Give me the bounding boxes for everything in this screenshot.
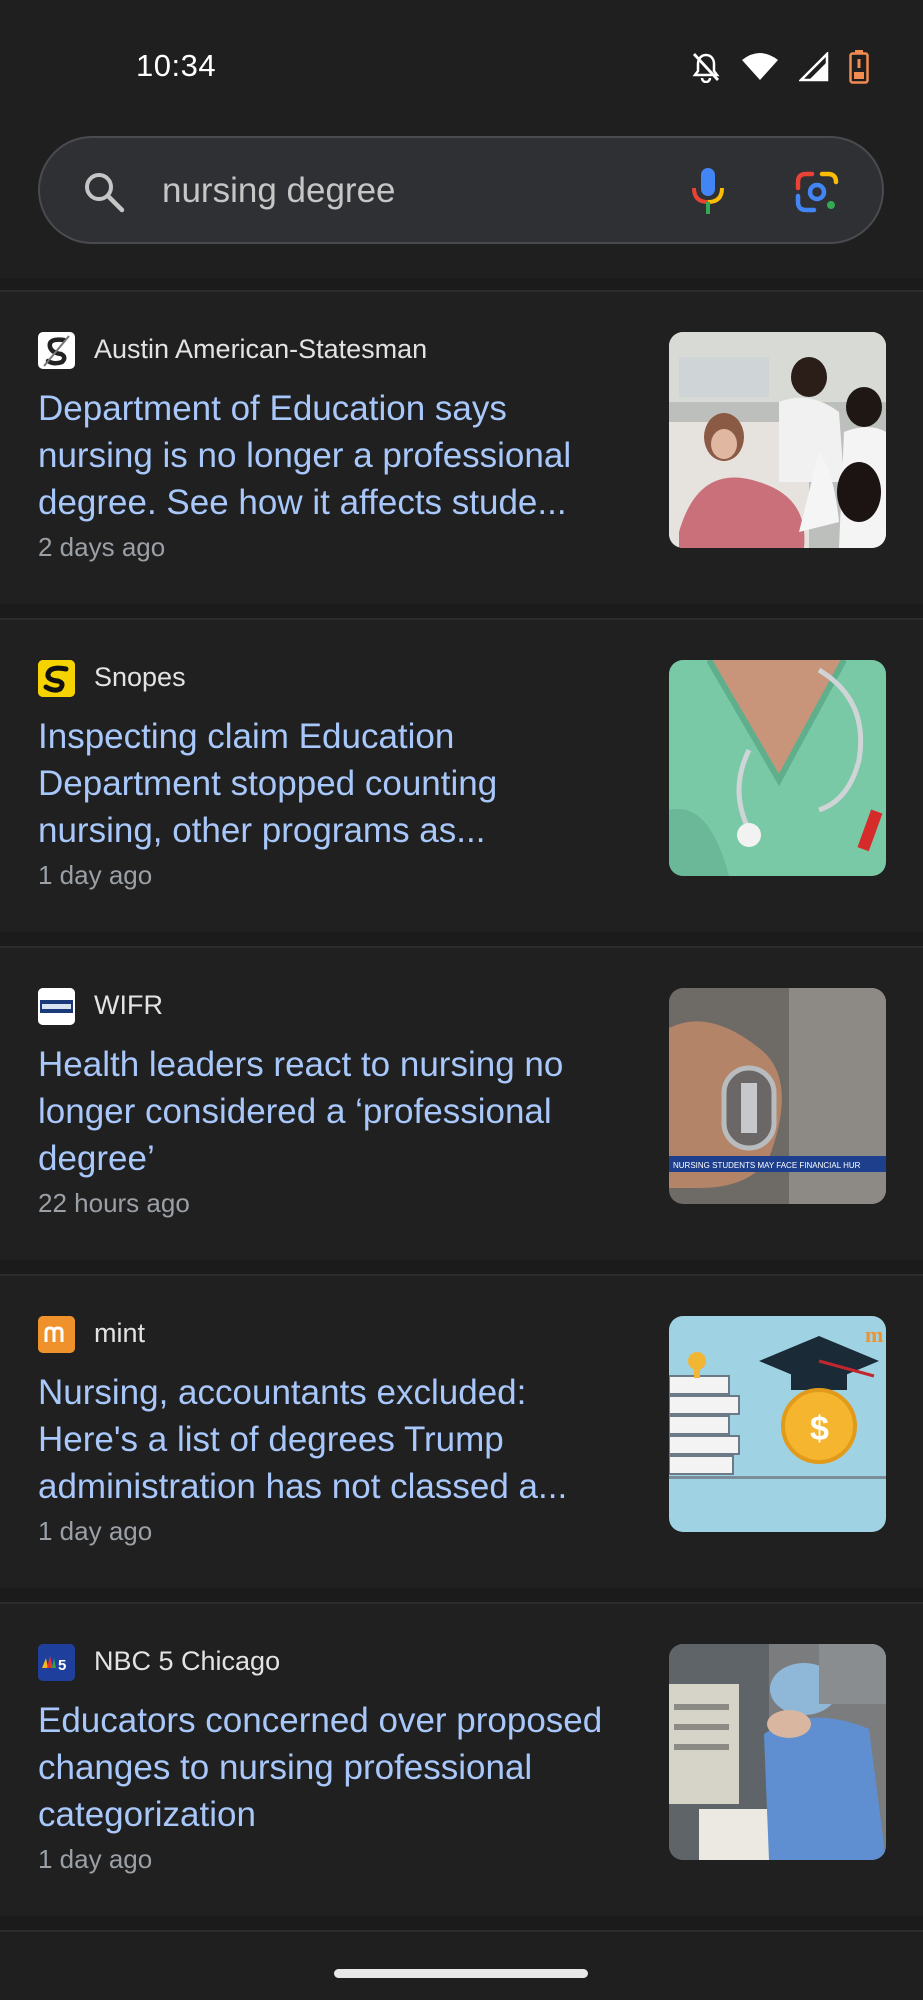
- news-source: WIFR: [94, 990, 163, 1020]
- news-age: 1 day ago: [38, 860, 153, 890]
- wifr-logo-icon: [38, 988, 75, 1025]
- microphone-icon[interactable]: [690, 166, 726, 223]
- nbc5-logo-icon: 5: [38, 1644, 75, 1681]
- news-age: 1 day ago: [38, 1844, 153, 1874]
- statesman-logo-icon: [38, 332, 75, 369]
- news-age: 2 days ago: [38, 532, 166, 562]
- news-headline[interactable]: Inspecting claim Education Department st…: [38, 713, 628, 854]
- svg-text:5: 5: [58, 1657, 66, 1674]
- status-bar: 10:34: [0, 0, 923, 130]
- mint-logo-icon: [38, 1316, 75, 1353]
- news-thumbnail[interactable]: [669, 660, 886, 876]
- battery-icon: [849, 50, 869, 89]
- news-headline[interactable]: Department of Education says nursing is …: [38, 385, 628, 526]
- news-source: NBC 5 Chicago: [94, 1646, 281, 1676]
- thumbnail-caption: NURSING STUDENTS MAY FACE FINANCIAL HUR: [673, 1161, 861, 1170]
- news-card[interactable]: 5 NBC 5 Chicago Educators concerned over…: [0, 1604, 923, 1916]
- news-headline[interactable]: Nursing, accountants excluded: Here's a …: [38, 1369, 628, 1510]
- news-source: mint: [94, 1318, 146, 1348]
- home-gesture-bar[interactable]: [334, 1969, 588, 1978]
- news-headline[interactable]: Health leaders react to nursing no longe…: [38, 1041, 628, 1182]
- news-age: 1 day ago: [38, 1516, 153, 1546]
- news-source: Snopes: [94, 662, 186, 692]
- news-age: 22 hours ago: [38, 1188, 190, 1218]
- news-card[interactable]: Austin American-Statesman Department of …: [0, 292, 923, 604]
- news-headline[interactable]: Educators concerned over proposed change…: [38, 1697, 628, 1838]
- google-lens-icon[interactable]: [794, 170, 840, 219]
- snopes-logo-icon: [38, 660, 75, 697]
- bell-off-icon: [691, 51, 721, 88]
- status-icons: [691, 50, 869, 89]
- cellular-signal-icon: [797, 50, 829, 87]
- news-card[interactable]: mint Nursing, accountants excluded: Here…: [0, 1276, 923, 1588]
- news-thumbnail[interactable]: [669, 1644, 886, 1860]
- status-time: 10:34: [136, 48, 217, 83]
- news-thumbnail[interactable]: $ m: [669, 1316, 886, 1532]
- news-card[interactable]: WIFR Health leaders react to nursing no …: [0, 948, 923, 1260]
- news-thumbnail[interactable]: NURSING STUDENTS MAY FACE FINANCIAL HUR: [669, 988, 886, 1204]
- news-thumbnail[interactable]: [669, 332, 886, 548]
- search-input[interactable]: nursing degree: [162, 171, 396, 211]
- wifi-icon: [741, 52, 779, 87]
- svg-text:m: m: [865, 1322, 883, 1347]
- search-icon[interactable]: [82, 170, 126, 219]
- svg-text:$: $: [810, 1410, 829, 1448]
- search-box[interactable]: nursing degree: [38, 136, 884, 244]
- news-source: Austin American-Statesman: [94, 334, 428, 364]
- news-card[interactable]: Snopes Inspecting claim Education Depart…: [0, 620, 923, 932]
- divider: [0, 1930, 923, 1932]
